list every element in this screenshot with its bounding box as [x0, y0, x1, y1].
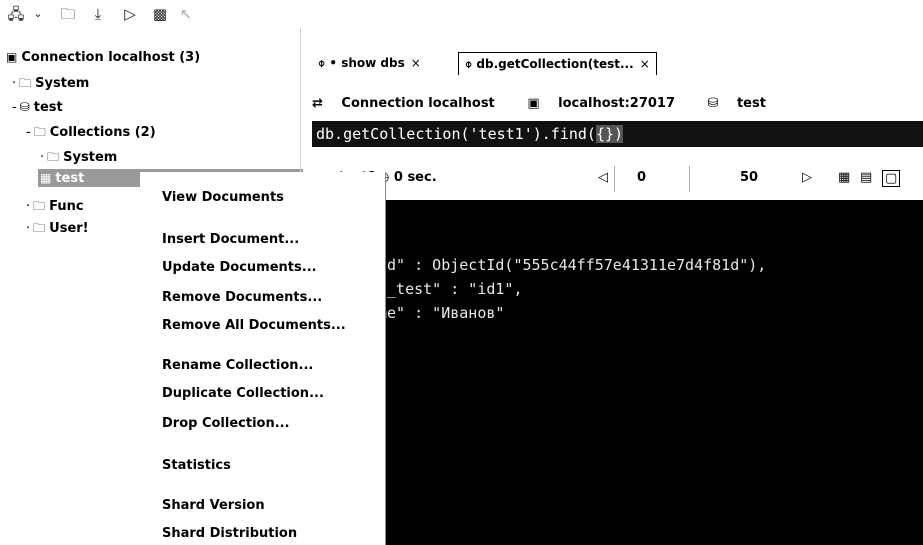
tree-collection-test1[interactable]: ▦ test: [40, 169, 84, 188]
export-icon[interactable]: ⤓: [88, 4, 108, 24]
server-icon: ▣: [6, 50, 18, 64]
menu-update-documents[interactable]: Update Documents...: [162, 260, 317, 275]
prev-page-icon[interactable]: ◁: [598, 170, 608, 185]
tree-system-folder[interactable]: · 🗀 System: [12, 74, 89, 93]
close-icon[interactable]: ×: [411, 56, 421, 70]
menu-shard-distribution[interactable]: Shard Distribution: [162, 526, 297, 541]
page-size-field[interactable]: 50: [740, 170, 758, 185]
next-page-icon[interactable]: ▷: [802, 170, 812, 185]
connection-icon: ⇄: [312, 96, 328, 111]
query-editor[interactable]: db.getCollection('test1').find({}): [312, 121, 923, 147]
play-icon[interactable]: ▷: [120, 4, 140, 24]
main-toolbar: 🖧 ⌄ 🗀 ⤓ ▷ ▩ ↖: [0, 0, 923, 28]
folder-icon: 🗀: [47, 150, 60, 164]
menu-remove-all-documents[interactable]: Remove All Documents...: [162, 318, 346, 333]
query-time: ◷ 0 sec.: [378, 170, 437, 185]
close-icon[interactable]: ×: [640, 57, 650, 71]
page-start-field[interactable]: 0: [614, 166, 690, 192]
tree-connection[interactable]: ▣ Connection localhost (3): [6, 48, 200, 67]
host-label: ▣ localhost:27017: [527, 96, 676, 111]
menu-rename-collection[interactable]: Rename Collection...: [162, 358, 313, 373]
menu-drop-collection[interactable]: Drop Collection...: [162, 416, 290, 431]
tree-functions-folder[interactable]: · 🗀 Func: [26, 197, 84, 216]
collection-icon: ▦: [40, 171, 52, 185]
chevron-down-icon[interactable]: ⌄: [28, 4, 48, 24]
menu-insert-document[interactable]: Insert Document...: [162, 232, 299, 247]
tree-database[interactable]: - ⛁ test: [12, 98, 63, 117]
tree-users-folder[interactable]: · 🗀 User!: [26, 219, 89, 238]
result-line: id" : ObjectId("555c44ff57e41311e7d4f81d…: [378, 256, 767, 274]
database-label: ⛁ test: [707, 96, 766, 111]
connect-icon[interactable]: 🖧: [6, 4, 26, 24]
menu-shard-version[interactable]: Shard Version: [162, 498, 265, 513]
shell-icon: ⌽: [465, 57, 477, 71]
menu-statistics[interactable]: Statistics: [162, 458, 231, 473]
connection-label: ⇄ Connection localhost: [312, 96, 495, 111]
menu-remove-documents[interactable]: Remove Documents...: [162, 290, 322, 305]
results-panel[interactable]: id" : ObjectId("555c44ff57e41311e7d4f81d…: [312, 200, 923, 545]
stop-icon[interactable]: ▩: [150, 4, 170, 24]
context-menu: View Documents Insert Document... Update…: [140, 172, 386, 545]
result-line: me" : "Иванов": [378, 304, 505, 322]
text-view-icon[interactable]: ▢: [882, 170, 901, 187]
tree-collections-folder[interactable]: - 🗀 Collections (2): [26, 123, 156, 142]
database-icon: ⛁: [19, 100, 30, 114]
connection-info-bar: ⇄ Connection localhost ▣ localhost:27017…: [312, 96, 794, 111]
folder-icon: 🗀: [33, 221, 46, 235]
tab-show-dbs[interactable]: ⌽ • show dbs ×: [318, 52, 421, 74]
database-icon: ⛁: [707, 96, 723, 111]
result-line: 1_test" : "id1",: [378, 280, 523, 298]
table-view-icon[interactable]: ▤: [860, 170, 872, 185]
results-toolbar: ▦ test1 ◷ 0 sec. ◁ 0 50 ▷ ▦ ▤ ▢: [312, 160, 923, 200]
folder-icon[interactable]: 🗀: [58, 4, 78, 24]
folder-icon: 🗀: [33, 199, 46, 213]
tab-getcollection[interactable]: ⌽ db.getCollection(test... ×: [458, 52, 657, 75]
menu-duplicate-collection[interactable]: Duplicate Collection...: [162, 386, 324, 401]
menu-view-documents[interactable]: View Documents: [162, 190, 284, 205]
cursor-icon: ↖: [179, 5, 193, 23]
shell-icon: ⌽: [318, 56, 330, 70]
folder-icon: 🗀: [33, 125, 46, 139]
tree-collections-system[interactable]: · 🗀 System: [40, 148, 117, 167]
server-icon: ▣: [527, 96, 545, 111]
tree-view-icon[interactable]: ▦: [838, 170, 850, 185]
folder-icon: 🗀: [19, 76, 32, 90]
